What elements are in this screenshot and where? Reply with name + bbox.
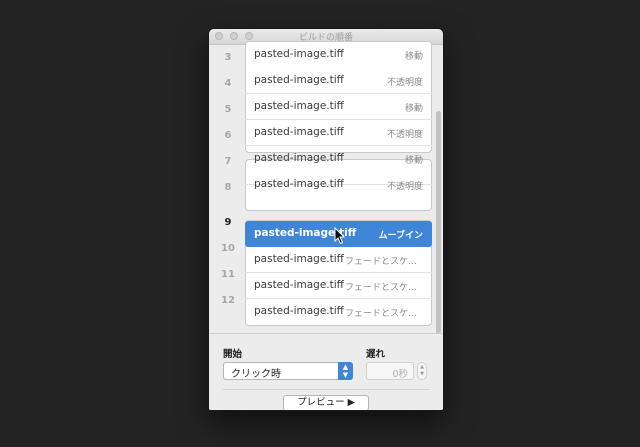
start-select-value: クリック時: [231, 369, 281, 380]
build-row[interactable]: pasted-image.tiff 不透明度: [245, 120, 432, 146]
panel-divider: [223, 389, 429, 390]
build-number: 7: [224, 156, 232, 167]
build-row[interactable]: pasted-image.tiff フェードとスケール: [245, 299, 432, 325]
build-effect: 移動: [404, 104, 423, 114]
build-effect: フェードとスケール: [345, 309, 423, 319]
build-row[interactable]: pasted-image.tiff 移動: [245, 146, 432, 172]
build-effect: フェードとスケール: [345, 283, 423, 293]
list-scrollbar[interactable]: [436, 111, 441, 334]
build-number: 11: [221, 269, 235, 280]
build-row[interactable]: pasted-image.tiff 移動: [245, 94, 432, 120]
build-effect: 移動: [404, 156, 423, 166]
build-object-name: pasted-image.tiff: [254, 253, 344, 265]
start-label: 開始: [223, 349, 243, 360]
build-effect: フェードとスケール: [345, 257, 423, 267]
delay-stepper[interactable]: ▲ ▼: [417, 362, 427, 380]
build-object-name: pasted-image.tiff: [254, 279, 344, 291]
build-order-window: ビルドの順番 3 pasted-image.tiff 移動 4 pasted-i…: [209, 29, 443, 410]
build-row[interactable]: pasted-image.tiff フェードとスケール: [245, 273, 432, 299]
build-number: 3: [224, 52, 232, 63]
build-object-name: pasted-image.tiff: [254, 305, 344, 317]
build-number: 4: [224, 78, 232, 89]
build-effect: 不透明度: [386, 130, 423, 140]
build-number: 6: [224, 130, 232, 141]
build-number: 12: [221, 295, 235, 306]
build-row[interactable]: pasted-image.tiff 不透明度: [245, 68, 432, 94]
build-options-panel: 開始 遅れ クリック時 ▲ ▼ 0秒 ▲ ▼ プレビュー ▶: [209, 333, 443, 410]
build-object-name: pasted-image.tiff: [254, 178, 344, 190]
build-row[interactable]: pasted-image.tiff フェードとスケール: [245, 247, 432, 273]
build-row[interactable]: pasted-image.tiff 移動: [245, 42, 432, 68]
mouse-pointer-icon: [334, 227, 346, 245]
build-effect: 不透明度: [386, 78, 423, 88]
build-number: 9: [224, 217, 232, 228]
build-number: 10: [221, 243, 235, 254]
build-object-name: pasted-image.tiff: [254, 152, 344, 164]
build-object-name: pasted-image.tiff: [254, 100, 344, 112]
chevron-up-down-icon: ▲ ▼: [338, 362, 353, 380]
build-effect: ムーブイン: [378, 231, 423, 241]
build-effect: 不透明度: [386, 182, 423, 192]
build-effect: 移動: [404, 52, 423, 62]
build-object-name: pasted-image.tiff: [254, 48, 344, 60]
preview-button[interactable]: プレビュー ▶: [283, 395, 369, 410]
start-select[interactable]: クリック時 ▲ ▼: [223, 362, 353, 380]
build-number: 5: [224, 104, 232, 115]
build-list: 3 pasted-image.tiff 移動 4 pasted-image.ti…: [209, 41, 443, 334]
build-object-name: pasted-image.tiff: [254, 126, 344, 138]
build-row[interactable]: pasted-image.tiff 不透明度: [245, 172, 432, 198]
delay-value: 0秒: [392, 369, 408, 380]
delay-label: 遅れ: [366, 349, 386, 360]
delay-input[interactable]: 0秒: [366, 362, 414, 380]
build-object-name: pasted-image.tiff: [254, 74, 344, 86]
build-number: 8: [224, 182, 232, 193]
